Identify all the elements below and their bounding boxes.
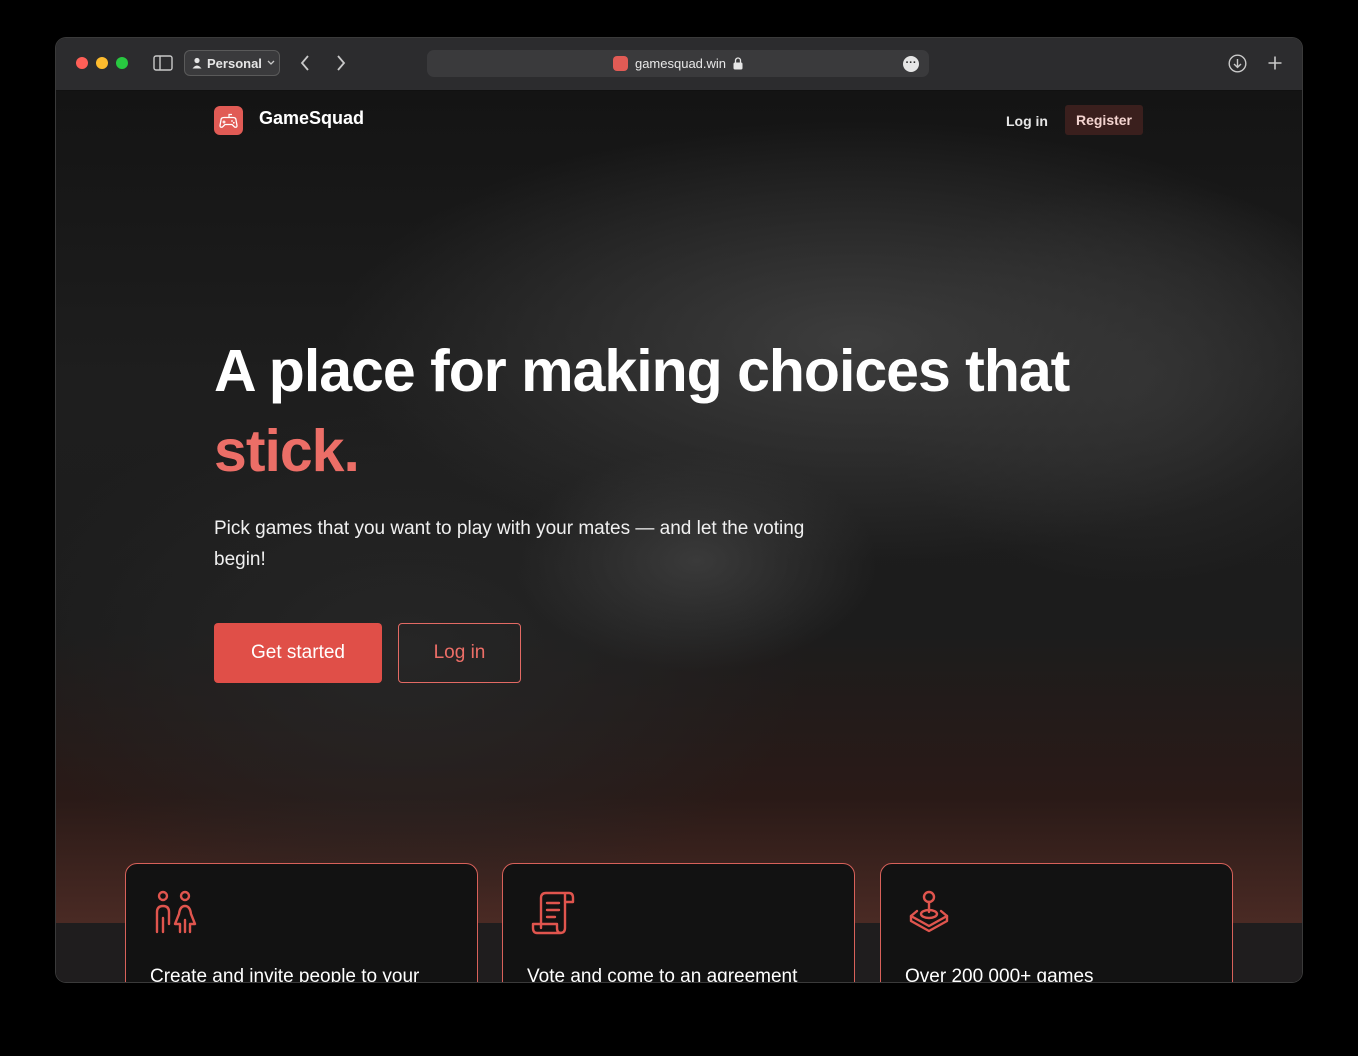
sidebar-toggle-icon[interactable] — [153, 55, 173, 74]
url-text: gamesquad.win — [634, 56, 727, 71]
person-icon — [192, 57, 202, 69]
hero-background-image — [56, 91, 1302, 923]
page-content: GameSquad Log in Register A place for ma… — [56, 91, 1302, 982]
nav-login-link[interactable]: Log in — [1006, 113, 1048, 129]
forward-arrow-icon[interactable] — [335, 54, 347, 75]
browser-window: Personal gamesquad.win ··· GameSquad Log… — [56, 38, 1302, 982]
site-favicon-icon — [612, 56, 628, 71]
feature-card: Vote and come to an agreement — [502, 863, 855, 982]
hero-headline-text: A place for making choices that — [214, 338, 1070, 404]
page-menu-icon[interactable]: ··· — [903, 56, 919, 72]
hero-headline-accent: stick. — [214, 418, 360, 484]
nav-register-button[interactable]: Register — [1065, 105, 1143, 135]
feature-title: Over 200 000+ games — [905, 966, 1094, 982]
document-icon — [531, 890, 575, 941]
lock-icon — [733, 57, 743, 70]
hero-subtitle: Pick games that you want to play with yo… — [214, 518, 805, 570]
brand-name[interactable]: GameSquad — [259, 108, 364, 129]
joystick-icon — [909, 890, 953, 941]
feature-title: Create and invite people to your — [150, 966, 420, 982]
get-started-button[interactable]: Get started — [214, 623, 382, 683]
profile-label: Personal — [207, 55, 262, 71]
profile-selector[interactable]: Personal — [184, 50, 280, 76]
chevron-down-icon — [267, 60, 275, 65]
minimize-window-button[interactable] — [96, 57, 108, 69]
gamepad-logo-icon[interactable] — [214, 106, 243, 135]
download-icon[interactable] — [1228, 54, 1247, 76]
hero-headline: A place for making choices that stick. — [214, 331, 1164, 491]
browser-toolbar: Personal gamesquad.win ··· — [56, 38, 1302, 91]
feature-card: Over 200 000+ games — [880, 863, 1233, 982]
close-window-button[interactable] — [76, 57, 88, 69]
feature-card: Create and invite people to your — [125, 863, 478, 982]
hero-login-button[interactable]: Log in — [398, 623, 521, 683]
feature-title: Vote and come to an agreement — [527, 966, 798, 982]
maximize-window-button[interactable] — [116, 57, 128, 69]
people-icon — [154, 890, 198, 941]
address-bar[interactable]: gamesquad.win ··· — [427, 50, 929, 77]
back-arrow-icon[interactable] — [299, 54, 311, 75]
new-tab-plus-icon[interactable] — [1267, 55, 1283, 74]
